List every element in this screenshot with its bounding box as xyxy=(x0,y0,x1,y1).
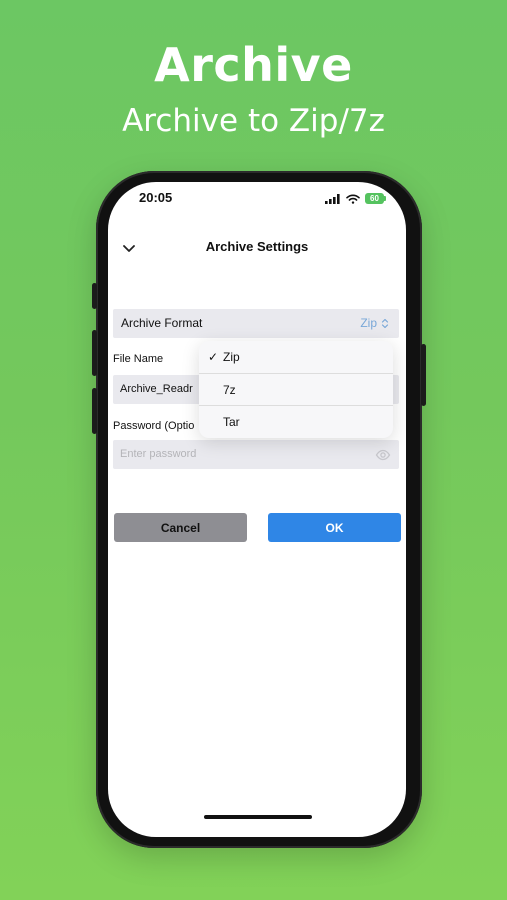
phone-power-button xyxy=(421,344,426,406)
archive-format-label: Archive Format xyxy=(121,316,203,330)
archive-format-value: Zip xyxy=(360,316,377,330)
promo-subtitle: Archive to Zip/7z xyxy=(122,103,385,139)
dropdown-option-7z[interactable]: 7z xyxy=(199,373,393,406)
status-time: 20:05 xyxy=(139,190,173,205)
dropdown-option-label: 7z xyxy=(223,383,236,397)
archive-format-value-wrap[interactable]: Zip xyxy=(360,316,389,330)
cancel-button[interactable]: Cancel xyxy=(114,513,247,542)
promo-title: Archive xyxy=(154,38,353,92)
checkmark-icon: ✓ xyxy=(208,350,219,364)
screen-title: Archive Settings xyxy=(205,239,309,254)
archive-format-selector[interactable]: Archive Format Zip xyxy=(113,309,399,338)
archive-format-dropdown: ✓ Zip 7z Tar xyxy=(199,341,393,438)
home-indicator[interactable] xyxy=(204,815,312,819)
password-field[interactable]: Enter password xyxy=(113,440,399,469)
dropdown-option-label: Zip xyxy=(223,350,240,364)
file-name-value: Archive_Readr xyxy=(120,383,193,395)
wifi-icon xyxy=(346,194,360,204)
up-down-chevron-icon xyxy=(381,318,389,328)
cellular-signal-icon xyxy=(325,193,340,204)
password-placeholder: Enter password xyxy=(120,448,197,460)
phone-screen: 20:05 60 Archive Settings Archive Format xyxy=(108,182,406,837)
status-icons: 60 xyxy=(325,193,386,204)
eye-icon[interactable] xyxy=(375,447,391,463)
dropdown-option-label: Tar xyxy=(223,415,240,429)
phone-volume-down-button xyxy=(92,388,97,434)
phone-volume-up-button xyxy=(92,330,97,376)
dropdown-option-tar[interactable]: Tar xyxy=(199,405,393,438)
password-label: Password (Optio xyxy=(113,420,195,432)
dropdown-option-zip[interactable]: ✓ Zip xyxy=(199,341,393,373)
file-name-label: File Name xyxy=(113,353,164,365)
ok-button[interactable]: OK xyxy=(268,513,401,542)
phone-frame: 20:05 60 Archive Settings Archive Format xyxy=(92,171,426,848)
phone-side-button xyxy=(92,283,97,309)
battery-icon: 60 xyxy=(365,193,386,204)
